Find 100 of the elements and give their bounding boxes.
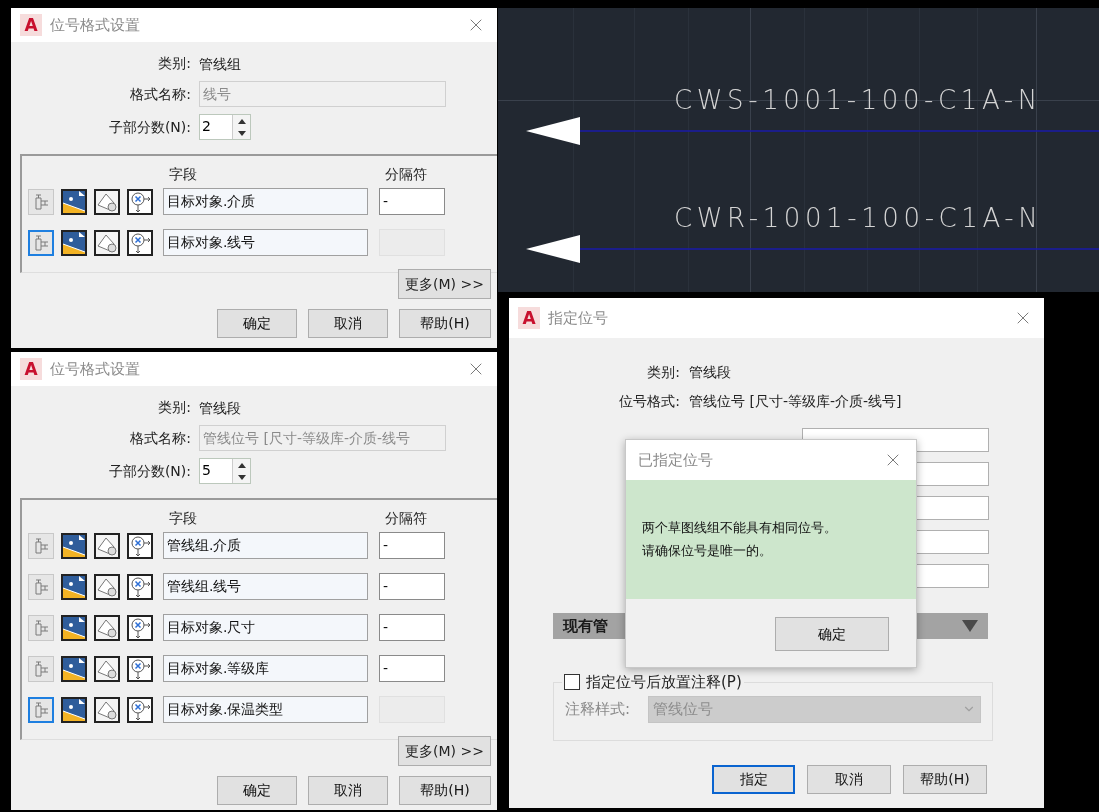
layer-button[interactable] <box>61 696 87 723</box>
count-spinner[interactable]: 5 <box>199 458 251 484</box>
separator-input[interactable]: - <box>379 532 445 559</box>
category-label: 类别: <box>646 363 680 382</box>
category-label: 类别: <box>157 398 191 417</box>
roll-button[interactable] <box>94 229 120 256</box>
style-label: 注释样式: <box>565 698 632 720</box>
format-value: 管线位号 [尺寸-等级库-介质-线号] <box>689 392 903 411</box>
layer-button[interactable] <box>61 655 87 682</box>
message-title: 已指定位号 <box>638 449 713 471</box>
dialog-button[interactable]: 确定 <box>217 309 297 338</box>
separator-header: 分隔符 <box>385 508 427 528</box>
field-header: 字段 <box>169 164 198 184</box>
target-button[interactable] <box>127 696 153 723</box>
dialog-button[interactable]: 帮助(H) <box>399 309 491 338</box>
category-label: 类别: <box>157 54 191 73</box>
fitting-button[interactable] <box>28 188 54 215</box>
dialog-button[interactable]: 帮助(H) <box>903 765 987 794</box>
dialog-button[interactable]: 取消 <box>807 765 891 794</box>
target-button[interactable] <box>127 573 153 600</box>
count-spinner[interactable]: 2 <box>199 114 251 140</box>
layer-icon <box>63 657 85 680</box>
message-text: 请确保位号是唯一的。 <box>642 542 773 560</box>
spin-down-icon[interactable] <box>237 130 246 136</box>
fitting-button[interactable] <box>28 614 54 641</box>
layer-button[interactable] <box>61 573 87 600</box>
fitting-button[interactable] <box>28 229 54 256</box>
layer-icon <box>63 575 85 598</box>
separator-input[interactable]: - <box>379 188 445 215</box>
roll-button[interactable] <box>94 655 120 682</box>
window-title: 位号格式设置 <box>50 358 140 380</box>
spin-up-icon[interactable] <box>237 118 246 124</box>
count-label: 子部分数(N): <box>107 117 191 137</box>
field-input[interactable]: 目标对象.保温类型 <box>163 696 368 723</box>
layer-button[interactable] <box>61 229 87 256</box>
message-text: 两个草图线组不能具有相同位号。 <box>642 519 838 537</box>
window-title: 指定位号 <box>548 307 608 329</box>
count-label: 子部分数(N): <box>107 461 191 481</box>
target-icon <box>129 231 151 254</box>
format-name-label: 格式名称: <box>129 428 191 448</box>
dialog-button[interactable]: 帮助(H) <box>399 776 491 805</box>
app-logo: A <box>20 358 42 380</box>
pipe-label: CWS-1001-100-C1A-N <box>674 85 1042 115</box>
field-input[interactable]: 目标对象.尺寸 <box>163 614 368 641</box>
separator-header: 分隔符 <box>385 164 427 184</box>
field-input[interactable]: 管线组.介质 <box>163 532 368 559</box>
layer-icon <box>63 190 85 213</box>
layer-icon <box>63 698 85 721</box>
fitting-icon <box>32 192 50 211</box>
field-input[interactable]: 管线组.线号 <box>163 573 368 600</box>
spin-down-icon[interactable] <box>237 474 246 480</box>
target-icon <box>129 575 151 598</box>
separator-input[interactable]: - <box>379 614 445 641</box>
app-logo: A <box>518 307 540 329</box>
collapse-triangle-icon <box>962 620 978 632</box>
separator-input[interactable]: - <box>379 655 445 682</box>
fitting-button[interactable] <box>28 696 54 723</box>
more-button[interactable]: 更多(M) >> <box>398 736 491 766</box>
fitting-button[interactable] <box>28 655 54 682</box>
target-button[interactable] <box>127 614 153 641</box>
fitting-button[interactable] <box>28 532 54 559</box>
roll-button[interactable] <box>94 573 120 600</box>
field-input[interactable]: 目标对象.等级库 <box>163 655 368 682</box>
dialog-button[interactable]: 指定 <box>712 765 795 794</box>
layer-icon <box>63 534 85 557</box>
app-logo: A <box>20 14 42 36</box>
dialog-button[interactable]: 取消 <box>308 776 388 805</box>
section-title: 现有管 <box>563 615 608 637</box>
more-button[interactable]: 更多(M) >> <box>398 269 491 299</box>
annotate-checkbox[interactable] <box>564 674 580 691</box>
target-button[interactable] <box>127 655 153 682</box>
spin-up-icon[interactable] <box>237 462 246 468</box>
target-button[interactable] <box>127 229 153 256</box>
layer-button[interactable] <box>61 614 87 641</box>
format-label: 位号格式: <box>618 392 680 411</box>
category-value: 管线组 <box>199 54 242 74</box>
roll-button[interactable] <box>94 188 120 215</box>
fitting-icon <box>32 233 50 252</box>
roll-button[interactable] <box>94 696 120 723</box>
separator-input[interactable]: - <box>379 573 445 600</box>
fitting-icon <box>32 536 50 555</box>
field-input[interactable]: 目标对象.介质 <box>163 188 368 215</box>
field-input[interactable]: 目标对象.线号 <box>163 229 368 256</box>
fitting-icon <box>32 659 50 678</box>
fitting-icon <box>32 618 50 637</box>
target-icon <box>129 190 151 213</box>
target-button[interactable] <box>127 188 153 215</box>
target-icon <box>129 616 151 639</box>
layer-icon <box>63 616 85 639</box>
roll-button[interactable] <box>94 614 120 641</box>
ok-button[interactable]: 确定 <box>775 617 889 651</box>
dialog-button[interactable]: 取消 <box>308 309 388 338</box>
fitting-button[interactable] <box>28 573 54 600</box>
layer-button[interactable] <box>61 532 87 559</box>
target-icon <box>129 657 151 680</box>
roll-button[interactable] <box>94 532 120 559</box>
category-value: 管线段 <box>199 398 242 418</box>
target-button[interactable] <box>127 532 153 559</box>
dialog-button[interactable]: 确定 <box>217 776 297 805</box>
layer-button[interactable] <box>61 188 87 215</box>
